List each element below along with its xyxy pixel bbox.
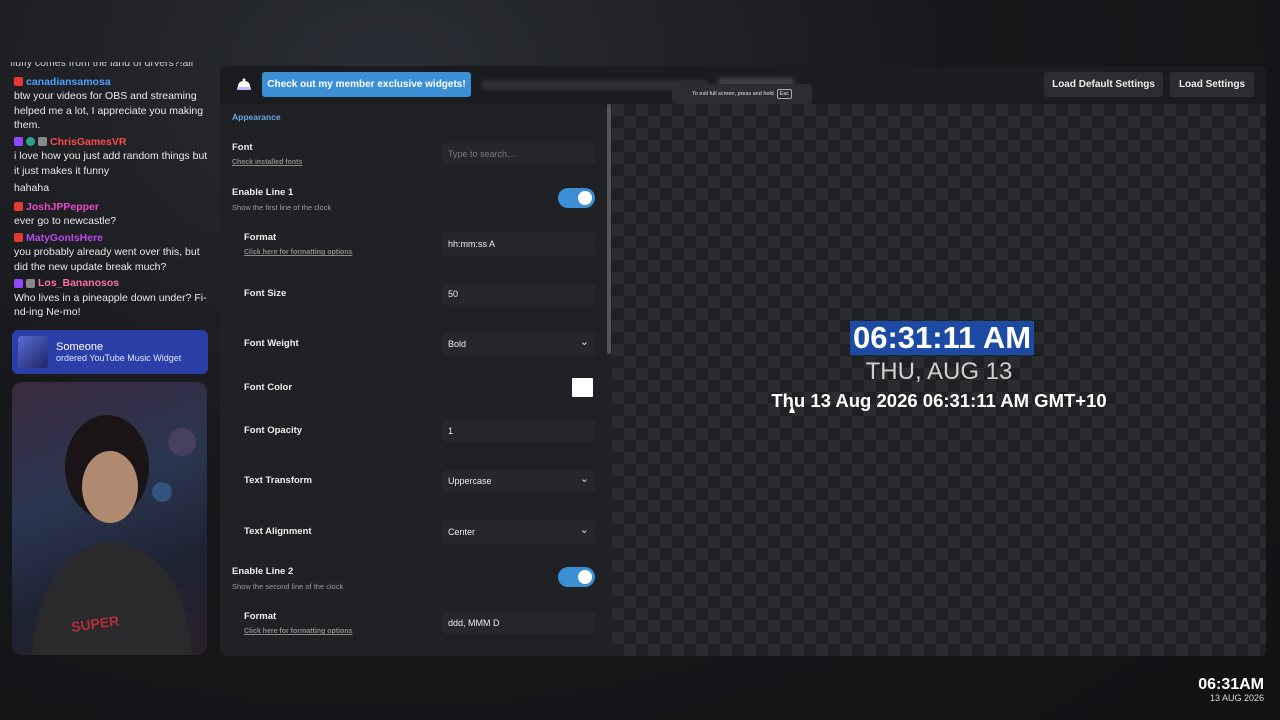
fullscreen-toast: To exit full screen, press and hold Esc (672, 84, 812, 104)
fullscreen-toast-text: To exit full screen, press and hold (692, 91, 774, 97)
text-transform-value: Uppercase (448, 476, 492, 486)
chat-text: you probably already went over this, but… (14, 246, 200, 273)
text-transform-select[interactable]: Uppercase (442, 470, 595, 492)
font-size-label: Font Size (244, 288, 287, 299)
chat-message: MatyGonIsHere you probably already went … (14, 231, 210, 275)
font-opacity-input[interactable]: 1 (442, 420, 595, 442)
widget-editor-window: Check out my member exclusive widgets! T… (220, 66, 1266, 656)
chat-text: Who lives in a pineapple down under? Fi-… (14, 291, 207, 319)
font-opacity-label: Font Opacity (244, 425, 303, 436)
enable-line2-sub: Show the second line of the clock (232, 582, 344, 591)
chat-text: hahaha (14, 182, 50, 194)
badge-icon (38, 137, 47, 147)
font-color-label: Font Color (244, 382, 293, 393)
chat-username: MatyGonIsHere (26, 231, 104, 244)
format1-link[interactable]: Click here for formatting options (244, 249, 353, 256)
font-search-input[interactable]: Type to search... (442, 143, 595, 165)
load-default-settings-button[interactable]: Load Default Settings (1044, 72, 1163, 97)
corner-clock-date: 13 AUG 2026 (1209, 693, 1264, 703)
moderator-badge-icon (26, 137, 35, 147)
chat-message: hahaha (14, 181, 210, 196)
settings-panel[interactable]: Appearance Font Check installed fonts Ty… (220, 104, 612, 656)
chat-text: ever go to newcastle? (14, 215, 117, 227)
order-name: Someone (56, 341, 104, 353)
enable-line2-toggle[interactable] (558, 567, 595, 587)
preview-line2: THU, AUG 13 (865, 358, 1013, 385)
chat-username: JoshJPPepper (26, 200, 99, 213)
text-alignment-select[interactable]: Center (442, 521, 595, 543)
font-color-swatch[interactable] (572, 378, 593, 397)
youtube-icon (14, 202, 23, 212)
chat-cut-line: fluffy comes from the land of drvers?!al… (10, 62, 194, 69)
chat-message: JoshJPPepper ever go to newcastle? (14, 200, 210, 229)
top-bar: Check out my member exclusive widgets! T… (220, 66, 1266, 104)
clock-preview: 06:31:11 AM THU, AUG 13 Thu 13 Aug 2026 … (612, 104, 1266, 656)
text-transform-label: Text Transform (244, 475, 312, 486)
format2-label: Format (244, 611, 277, 622)
logo-icon[interactable] (235, 76, 253, 94)
text-alignment-value: Center (448, 527, 476, 537)
enable-line1-sub: Show the first line of the clock (232, 203, 332, 212)
settings-scrollbar[interactable] (607, 104, 611, 354)
enable-line1-toggle[interactable] (558, 188, 595, 208)
format2-link[interactable]: Click here for formatting options (244, 628, 353, 635)
mouse-cursor-icon (789, 405, 795, 413)
chat-message: ChrisGamesVR i love how you just add ran… (14, 135, 210, 179)
chat-message: canadiansamosa btw your videos for OBS a… (14, 75, 210, 133)
chat-username: Los_Bananosos (38, 277, 120, 289)
font-weight-label: Font Weight (244, 338, 299, 349)
preview-line1: 06:31:11 AM (850, 321, 1035, 355)
member-widgets-button[interactable]: Check out my member exclusive widgets! (262, 72, 471, 97)
enable-line1-label: Enable Line 1 (232, 187, 294, 198)
preview-line3: Thu 13 Aug 2026 06:31:11 AM GMT+10 (771, 390, 1107, 411)
font-label: Font (232, 142, 253, 153)
product-thumbnail (18, 336, 48, 368)
order-text: ordered YouTube Music Widget (56, 353, 182, 363)
chat-username: ChrisGamesVR (50, 135, 127, 148)
corner-clock-time: 06:31AM (1198, 676, 1264, 693)
chat-message: Los_Bananosos Who lives in a pineapple d… (14, 276, 210, 320)
youtube-icon (14, 233, 23, 243)
streamer-silhouette: SUPER (32, 415, 196, 655)
badge-icon (26, 278, 35, 288)
load-settings-button[interactable]: Load Settings (1170, 72, 1254, 97)
font-weight-value: Bold (448, 339, 467, 349)
check-fonts-link[interactable]: Check installed fonts (232, 159, 302, 166)
chat-text: btw your videos for OBS and streaming he… (14, 90, 204, 131)
format1-label: Format (244, 232, 277, 243)
chat-username: canadiansamosa (26, 75, 111, 88)
font-size-input[interactable]: 50 (442, 283, 595, 305)
youtube-icon (14, 77, 23, 87)
format2-input[interactable]: ddd, MMM D (442, 612, 595, 634)
font-weight-select[interactable]: Bold (442, 333, 595, 355)
order-alert: Someone ordered YouTube Music Widget (12, 330, 208, 374)
chat-text: i love how you just add random things bu… (14, 150, 208, 177)
twitch-icon (14, 278, 23, 288)
section-appearance: Appearance (232, 112, 281, 122)
esc-key: Esc (776, 89, 792, 99)
webcam-feed: SUPER (12, 382, 207, 655)
twitch-icon (14, 137, 23, 147)
enable-line2-label: Enable Line 2 (232, 566, 294, 577)
format1-input[interactable]: hh:mm:ss A (442, 233, 595, 255)
text-alignment-label: Text Alignment (244, 526, 312, 537)
chat-panel: fluffy comes from the land of drvers?!al… (10, 62, 210, 328)
